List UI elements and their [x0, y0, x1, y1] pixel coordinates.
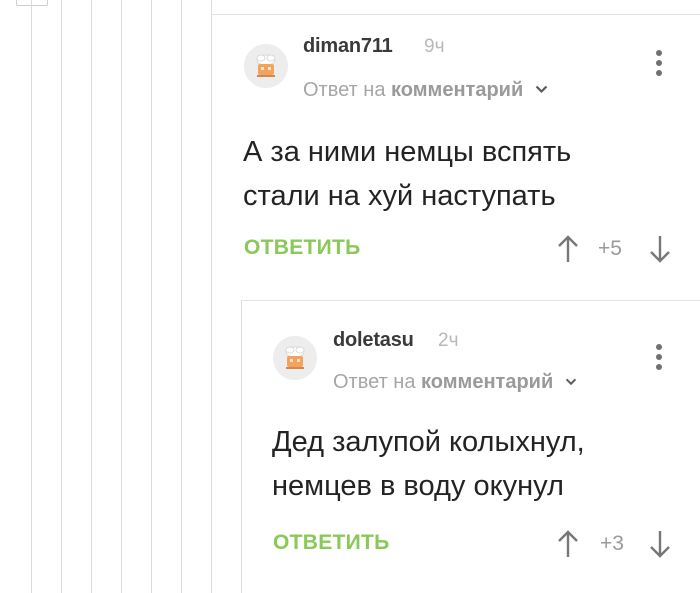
reply-to-target: комментарий — [421, 371, 554, 393]
comment-author[interactable]: doletasu — [333, 329, 414, 352]
chevron-down-icon — [535, 77, 548, 100]
comment-text-line: А за ними немцы вспять — [243, 136, 572, 168]
default-avatar-icon[interactable] — [244, 44, 288, 88]
reply-button[interactable]: ОТВЕТИТЬ — [244, 236, 361, 260]
reply-to-link[interactable]: Ответ на комментарий — [333, 369, 577, 394]
arrow-down-icon[interactable] — [649, 529, 671, 564]
arrow-down-icon[interactable] — [649, 234, 671, 269]
kebab-menu-icon[interactable] — [656, 344, 666, 374]
comment-time: 2ч — [438, 330, 459, 351]
comment: diman711 9ч Ответ на комментарий А за ни… — [0, 0, 700, 300]
reply-to-prefix: Ответ на — [303, 79, 386, 101]
arrow-up-icon[interactable] — [557, 234, 579, 269]
rating-count: +5 — [598, 237, 622, 260]
chevron-down-icon — [565, 369, 577, 392]
comment: doletasu 2ч Ответ на комментарий Дед зал… — [0, 300, 700, 593]
comment-text-line: Дед залупой колыхнул, — [272, 426, 585, 458]
comment-text-line: немцев в воду окунул — [272, 470, 564, 502]
reply-to-prefix: Ответ на — [333, 371, 416, 393]
reply-to-target: комментарий — [391, 79, 524, 101]
default-avatar-icon[interactable] — [273, 336, 317, 380]
reply-to-link[interactable]: Ответ на комментарий — [303, 77, 548, 102]
reply-button[interactable]: ОТВЕТИТЬ — [273, 531, 390, 555]
comment-author[interactable]: diman711 — [303, 35, 393, 58]
comment-text-line: стали на хуй наступать — [243, 180, 556, 212]
comment-time: 9ч — [424, 36, 445, 57]
rating-count: +3 — [600, 532, 624, 555]
comment-text: Дед залупой колыхнул, немцев в воду окун… — [272, 420, 585, 508]
arrow-up-icon[interactable] — [557, 529, 579, 564]
kebab-menu-icon[interactable] — [656, 50, 666, 80]
comment-text: А за ними немцы вспять стали на хуй наст… — [243, 130, 571, 218]
